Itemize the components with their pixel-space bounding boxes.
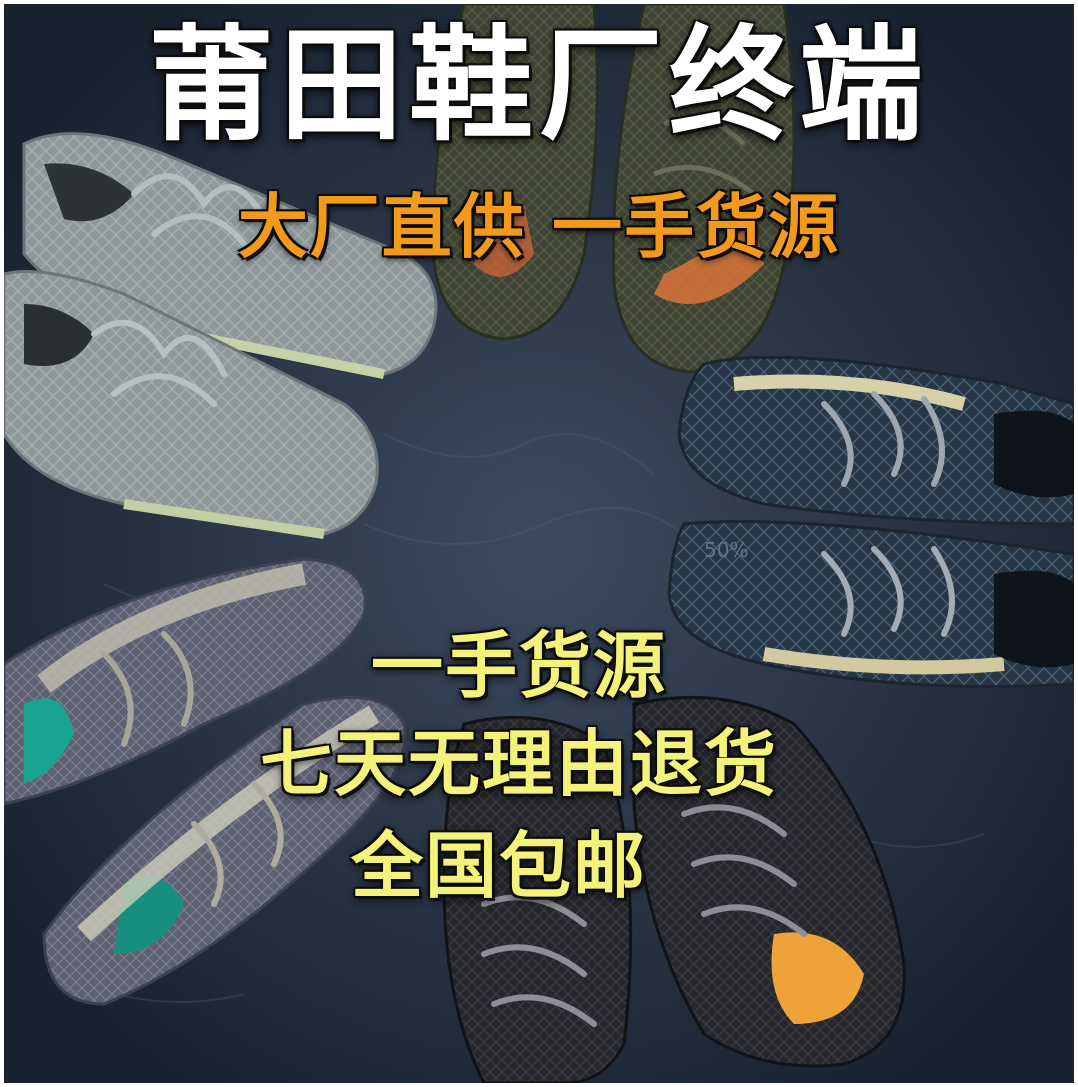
headline: 莆田鞋厂终端 [148,14,929,158]
promo-line-shipping: 全国包邮 [350,824,647,908]
promo-line-returns: 七天无理由退货 [259,722,778,806]
sneakers-photo: 50% [4,4,1074,1083]
subhead: 大厂直供 一手货源 [237,186,841,268]
product-image: 50% 莆田鞋厂终端 大厂直供 一手货源 一手货源 七天无理由退货 全国包邮 [4,4,1074,1083]
shoe-label: 50% [704,538,748,562]
promo-line-source: 一手货源 [370,624,667,708]
